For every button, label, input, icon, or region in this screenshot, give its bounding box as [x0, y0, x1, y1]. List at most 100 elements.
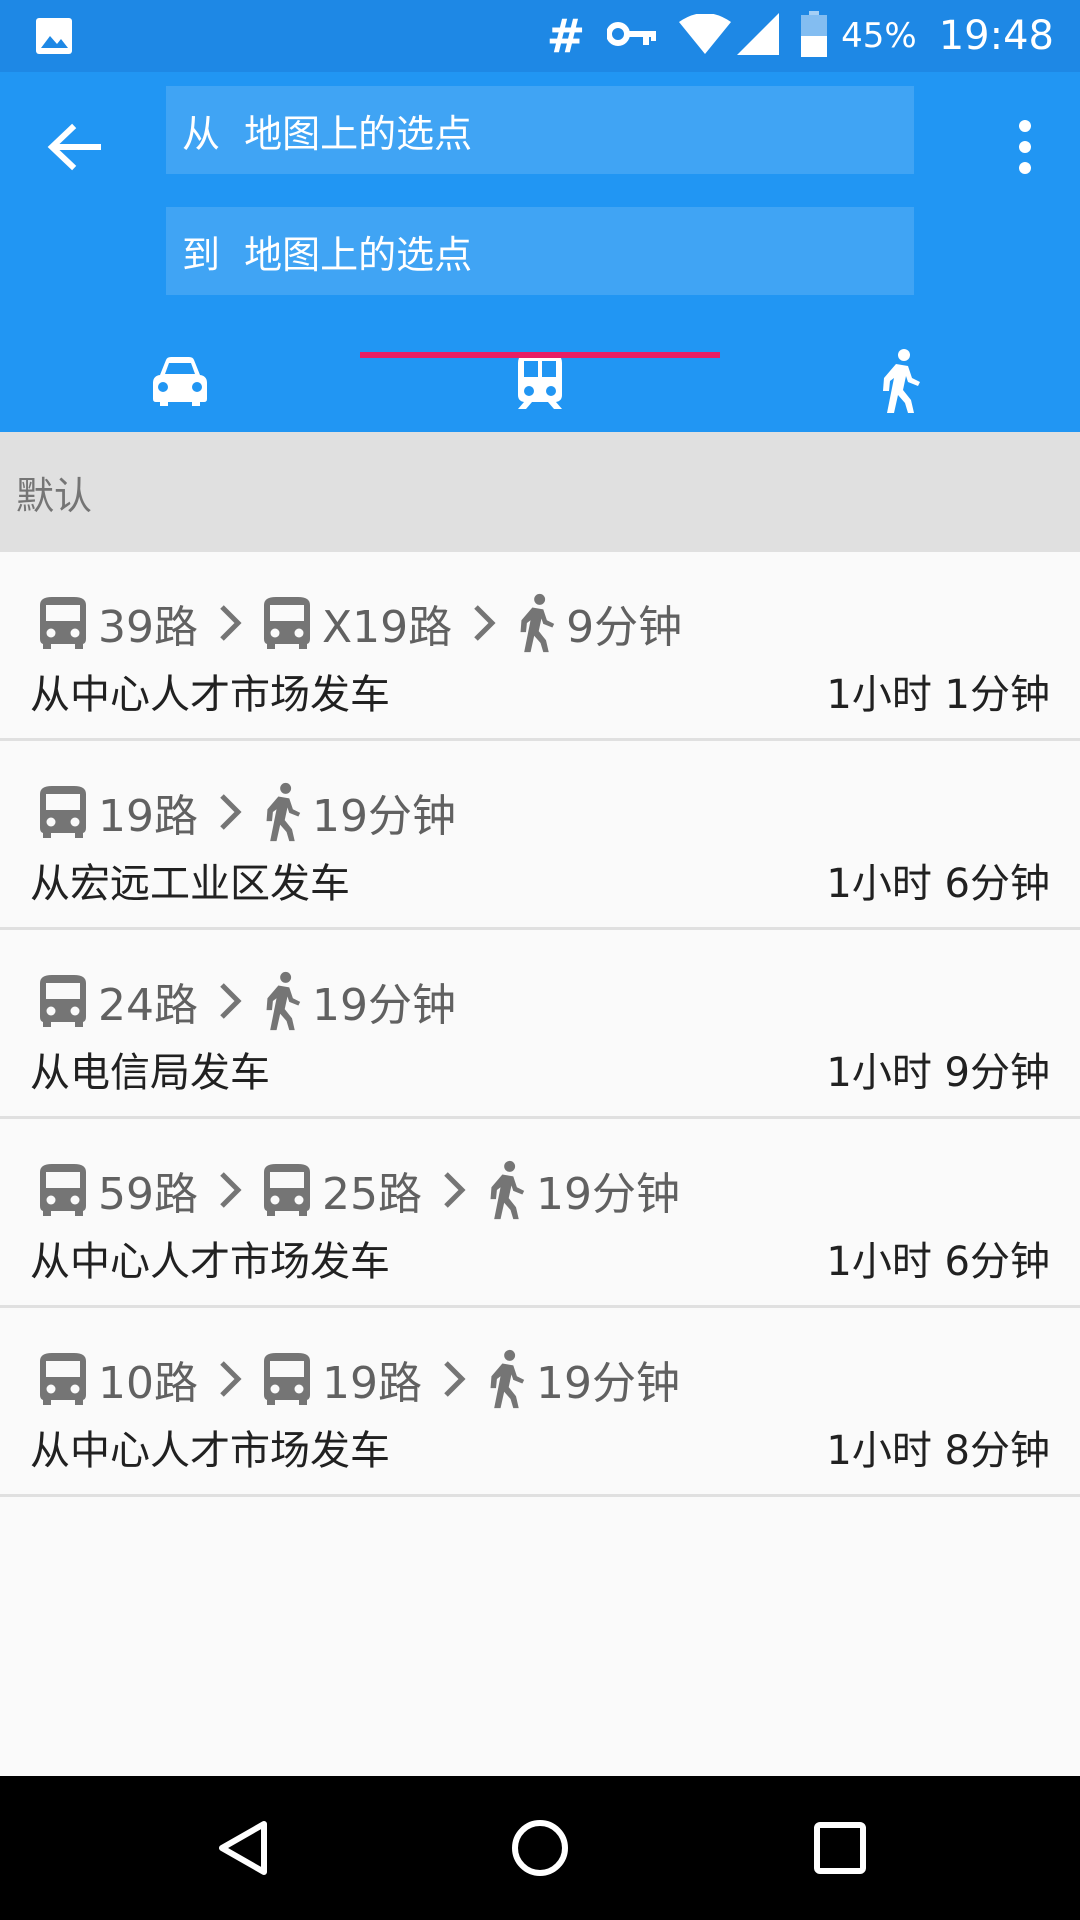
route-list: 39路 X19路 9分钟 从中心人才市场发车 1小时 1分钟 19路 19分钟 从宏远工业区发… — [0, 552, 1080, 1497]
navigation-bar — [0, 1776, 1080, 1920]
route-item[interactable]: 19路 19分钟从宏远工业区发车 1小时 6分钟 — [0, 741, 1080, 930]
to-field[interactable]: 到 地图上的选点 — [166, 207, 914, 295]
walk-icon — [486, 1349, 526, 1409]
segment-label: 59路 — [98, 1169, 198, 1220]
bus-segment: 39路 — [38, 591, 198, 655]
status-bar: # 45% 19:48 — [0, 0, 1080, 72]
segment-label: 19分钟 — [312, 791, 456, 842]
walk-segment: 19分钟 — [262, 780, 456, 844]
nav-recents-button[interactable] — [804, 1812, 876, 1884]
chevron-right-icon — [218, 981, 242, 1021]
gallery-icon — [34, 16, 74, 60]
tab-transit[interactable] — [360, 330, 720, 432]
wifi-icon — [679, 13, 732, 58]
tab-indicator — [360, 352, 720, 358]
walk-segment: 9分钟 — [516, 591, 682, 655]
route-start: 从中心人才市场发车 — [30, 672, 390, 718]
route-segments: 19路 19分钟 — [38, 777, 456, 847]
train-icon — [518, 353, 562, 409]
route-item[interactable]: 39路 X19路 9分钟从中心人才市场发车 1小时 1分钟 — [0, 552, 1080, 741]
back-button[interactable] — [40, 112, 110, 182]
route-duration: 1小时 6分钟 — [826, 1239, 1050, 1285]
nav-back-icon — [219, 1821, 267, 1875]
sort-bar[interactable]: 默认 — [0, 432, 1080, 552]
sort-label: 默认 — [16, 473, 93, 518]
more-options-button[interactable] — [1000, 112, 1050, 182]
segment-label: 25路 — [322, 1169, 422, 1220]
route-segments: 24路 19分钟 — [38, 966, 456, 1036]
nav-back-button[interactable] — [206, 1812, 278, 1884]
tab-driving[interactable] — [0, 330, 360, 432]
route-segments: 10路 19路 19分钟 — [38, 1344, 680, 1414]
bus-icon — [262, 1162, 312, 1218]
route-item[interactable]: 59路 25路 19分钟从中心人才市场发车 1小时 6分钟 — [0, 1119, 1080, 1308]
route-item[interactable]: 10路 19路 19分钟从中心人才市场发车 1小时 8分钟 — [0, 1308, 1080, 1497]
bus-segment: 10路 — [38, 1347, 198, 1411]
walk-icon — [262, 971, 302, 1031]
segment-label: 19分钟 — [312, 980, 456, 1031]
bus-icon — [38, 595, 88, 651]
app-bar: 从 地图上的选点 到 地图上的选点 — [0, 72, 1080, 432]
route-duration: 1小时 6分钟 — [826, 861, 1050, 907]
clock: 19:48 — [938, 13, 1054, 59]
battery-icon — [801, 11, 828, 61]
chevron-right-icon — [218, 792, 242, 832]
segment-label: 19路 — [322, 1358, 422, 1409]
from-field[interactable]: 从 地图上的选点 — [166, 86, 914, 174]
chevron-right-icon — [218, 1359, 242, 1399]
segment-label: 10路 — [98, 1358, 198, 1409]
chevron-right-icon — [218, 603, 242, 643]
battery-percent: 45% — [841, 16, 917, 56]
walk-segment: 19分钟 — [486, 1347, 680, 1411]
route-duration: 1小时 8分钟 — [826, 1428, 1050, 1474]
route-start: 从中心人才市场发车 — [30, 1239, 390, 1285]
segment-label: 39路 — [98, 602, 198, 653]
vpn-key-icon — [606, 19, 657, 53]
bus-segment: 19路 — [262, 1347, 422, 1411]
car-icon — [153, 357, 207, 406]
bus-segment: 24路 — [38, 969, 198, 1033]
walk-icon — [486, 1160, 526, 1220]
route-segments: 59路 25路 19分钟 — [38, 1155, 680, 1225]
route-start: 从中心人才市场发车 — [30, 1428, 390, 1474]
bus-icon — [262, 1351, 312, 1407]
arrow-left-icon — [47, 123, 101, 171]
bus-icon — [38, 973, 88, 1029]
tab-walking[interactable] — [720, 330, 1080, 432]
segment-label: 19路 — [98, 791, 198, 842]
segment-label: 19分钟 — [536, 1358, 680, 1409]
segment-label: X19路 — [322, 602, 453, 653]
segment-label: 19分钟 — [536, 1169, 680, 1220]
bus-segment: X19路 — [262, 591, 452, 655]
chevron-right-icon — [472, 603, 496, 643]
chevron-right-icon — [442, 1359, 466, 1399]
walk-segment: 19分钟 — [262, 969, 456, 1033]
hash-icon: # — [546, 9, 586, 63]
walk-icon — [262, 782, 302, 842]
bus-icon — [38, 784, 88, 840]
travel-mode-tabs — [0, 330, 1080, 432]
chevron-right-icon — [218, 1170, 242, 1210]
bus-icon — [38, 1351, 88, 1407]
segment-label: 9分钟 — [566, 602, 683, 653]
nav-home-button[interactable] — [504, 1812, 576, 1884]
bus-segment: 59路 — [38, 1158, 198, 1222]
route-start: 从电信局发车 — [30, 1050, 270, 1096]
walk-segment: 19分钟 — [486, 1158, 680, 1222]
walk-icon — [883, 349, 920, 413]
nav-home-icon — [512, 1820, 568, 1876]
route-segments: 39路 X19路 9分钟 — [38, 588, 682, 658]
bus-segment: 25路 — [262, 1158, 422, 1222]
route-duration: 1小时 9分钟 — [826, 1050, 1050, 1096]
more-vert-icon — [1019, 120, 1031, 174]
chevron-right-icon — [442, 1170, 466, 1210]
bus-segment: 19路 — [38, 780, 198, 844]
bus-icon — [262, 595, 312, 651]
route-duration: 1小时 1分钟 — [826, 672, 1050, 718]
bus-icon — [38, 1162, 88, 1218]
walk-icon — [516, 593, 556, 653]
route-item[interactable]: 24路 19分钟 从电信局发车 1小时 9分钟 — [0, 930, 1080, 1119]
segment-label: 24路 — [98, 980, 198, 1031]
signal-icon — [737, 13, 780, 59]
route-start: 从宏远工业区发车 — [30, 861, 350, 907]
